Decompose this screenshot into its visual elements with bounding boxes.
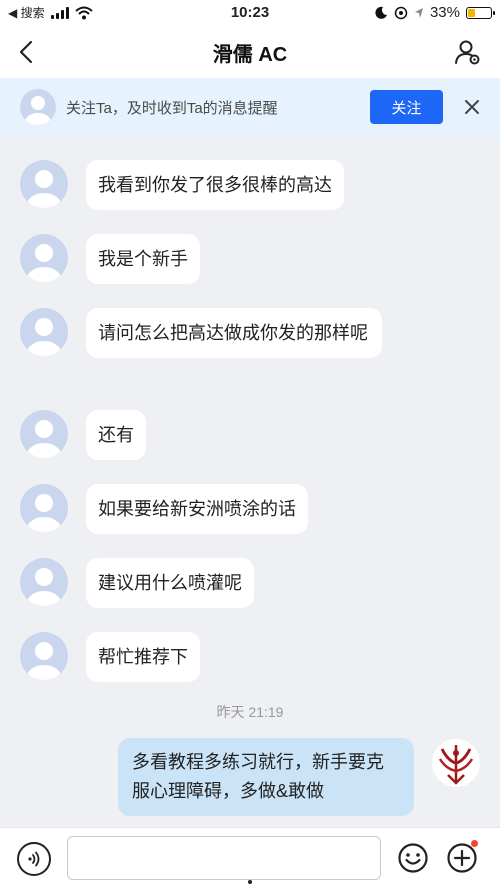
avatar[interactable]: [20, 558, 68, 606]
message-bubble[interactable]: 我是个新手: [86, 234, 200, 284]
message-bubble[interactable]: 请问怎么把高达做成你发的那样呢: [86, 308, 382, 358]
navigation-arrow-icon: [414, 7, 423, 18]
message-bubble[interactable]: 还有: [86, 410, 146, 460]
follow-button[interactable]: 关注: [370, 90, 443, 124]
my-avatar[interactable]: [432, 739, 480, 787]
status-right: 33%: [374, 4, 495, 21]
message-bubble[interactable]: 如果要给新安洲喷涂的话: [86, 484, 308, 534]
moon-icon: [375, 6, 387, 19]
default-avatar-icon: [27, 642, 61, 680]
default-avatar-icon: [27, 244, 61, 282]
follow-banner-text: 关注Ta，及时收到Ta的消息提醒: [66, 100, 278, 117]
avatar[interactable]: [20, 160, 68, 208]
battery-fill: [468, 8, 475, 17]
outgoing-message-bubble[interactable]: 多看教程多练习就行，新手要克服心理障碍，多做&敢做: [118, 738, 414, 816]
message-bubble[interactable]: 建议用什么喷灌呢: [86, 558, 254, 608]
notification-dot: [471, 840, 478, 847]
user-settings-icon: [455, 40, 480, 65]
message-bubble[interactable]: 帮忙推荐下: [86, 632, 200, 682]
follow-banner: 关注Ta，及时收到Ta的消息提醒 关注: [0, 78, 500, 136]
avatar[interactable]: [20, 410, 68, 458]
default-avatar-icon: [25, 96, 51, 125]
message-bubble[interactable]: 我看到你发了很多很棒的高达: [86, 160, 344, 210]
nav-bar: 滑儒 AC: [0, 26, 500, 78]
voice-icon: [28, 851, 40, 867]
default-avatar-icon: [27, 420, 61, 458]
close-icon: [465, 100, 479, 114]
status-bar: ◀ 搜索 10:23 33%: [0, 0, 500, 26]
avatar[interactable]: [20, 308, 68, 356]
avatar[interactable]: [20, 484, 68, 532]
emoji-icon[interactable]: [397, 842, 429, 874]
message-timestamp: 昨天 21:19: [216, 704, 284, 720]
voice-button[interactable]: [17, 842, 51, 876]
user-settings-button[interactable]: [450, 34, 486, 70]
default-avatar-icon: [27, 318, 61, 356]
page-title: 滑儒 AC: [212, 44, 288, 66]
message-input[interactable]: [67, 836, 381, 880]
default-avatar-icon: [27, 170, 61, 208]
default-avatar-icon: [27, 494, 61, 532]
battery-icon: [466, 6, 495, 19]
avatar[interactable]: [20, 632, 68, 680]
emblem-avatar-icon: [438, 745, 474, 785]
home-indicator: [248, 880, 252, 884]
close-banner-button[interactable]: [458, 93, 486, 121]
default-avatar-icon: [27, 568, 61, 606]
avatar: [20, 89, 56, 125]
battery-percent: 33%: [429, 4, 460, 21]
avatar[interactable]: [20, 234, 68, 282]
location-icon: [394, 6, 408, 19]
